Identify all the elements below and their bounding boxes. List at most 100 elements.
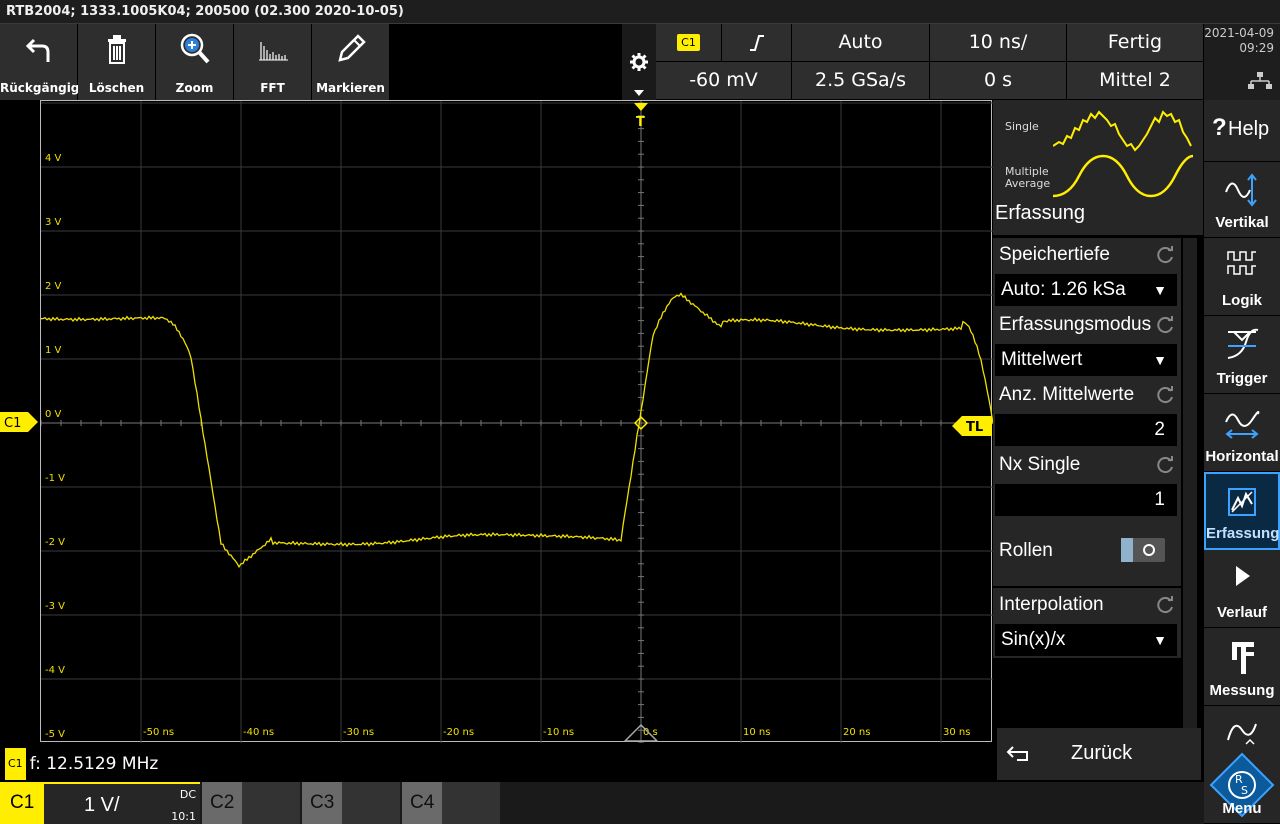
memory-depth-select[interactable]: Auto: 1.26 kSa ▼ — [995, 274, 1177, 306]
roll-toggle[interactable] — [1121, 538, 1165, 562]
measure-label: Messung — [1209, 682, 1275, 699]
acquisition-icon — [1228, 488, 1256, 516]
channel-c3-tab[interactable]: C3 — [302, 782, 342, 824]
channel-c4-tab[interactable]: C4 — [402, 782, 442, 824]
interpolation-value: Sin(x)/x — [1001, 629, 1066, 650]
channel-c4-settings[interactable] — [442, 782, 500, 824]
side-measure-button[interactable]: Messung — [1204, 628, 1280, 706]
chevron-down-icon: ▼ — [1153, 632, 1167, 648]
waveform-display[interactable]: 4 V 3 V 2 V 1 V 0 V -1 V -2 V -3 V -4 V -5 V -50 n… — [40, 100, 993, 743]
undo-button[interactable]: Rückgängig — [0, 24, 79, 100]
trigger-icon — [1227, 328, 1259, 359]
settings-gear-button[interactable] — [622, 24, 656, 100]
side-horizontal-button[interactable]: Horizontal — [1204, 394, 1280, 472]
reset-icon[interactable] — [1157, 316, 1175, 334]
mark-button[interactable]: Markieren — [312, 24, 390, 100]
reset-icon[interactable] — [1157, 386, 1175, 404]
tl-marker-label: TL — [966, 420, 983, 435]
memory-depth-panel: Speichertiefe Auto: 1.26 kSa ▼ — [993, 238, 1181, 308]
acq-mode-value: Mittelwert — [1001, 349, 1083, 370]
roll-panel: Rollen — [993, 518, 1181, 586]
gear-icon — [630, 53, 648, 71]
trigger-slope-cell[interactable] — [722, 24, 792, 62]
chevron-down-icon: ▼ — [1153, 282, 1167, 298]
erfassung-title: Erfassung — [995, 202, 1086, 224]
c2-name: C2 — [210, 792, 235, 813]
trigger-source-cell[interactable]: C1 — [656, 24, 722, 62]
memory-depth-header: Speichertiefe — [999, 244, 1110, 265]
channel-c1-settings[interactable]: 1 V/ DC 10:1 — [44, 782, 200, 824]
reset-icon[interactable] — [1157, 246, 1175, 264]
trigger-mode-cell[interactable]: Auto — [792, 24, 930, 62]
side-logic-button[interactable]: Logik — [1204, 238, 1280, 316]
waveform-trace-c1 — [41, 292, 993, 569]
side-history-button[interactable]: Verlauf — [1204, 550, 1280, 628]
fft-button[interactable]: FFT — [234, 24, 312, 100]
sine-small-icon — [1227, 723, 1257, 745]
help-icon: ? — [1212, 114, 1227, 141]
avg-count-header: Anz. Mittelwerte — [999, 384, 1135, 405]
x-axis-label: 30 ns — [943, 727, 970, 738]
avg-count-input[interactable]: 2 — [995, 414, 1177, 446]
acq-mode-select[interactable]: Mittelwert ▼ — [995, 344, 1177, 376]
x-axis-label: -30 ns — [343, 727, 374, 738]
reset-icon[interactable] — [1157, 596, 1175, 614]
rising-edge-icon — [749, 35, 764, 51]
side-help-button[interactable]: ? Help — [1204, 100, 1280, 162]
delete-button[interactable]: Löschen — [78, 24, 156, 100]
channel-c2-tab[interactable]: C2 — [202, 782, 242, 824]
logic-icon — [1227, 251, 1256, 275]
date-text: 2021-04-09 — [1204, 26, 1274, 40]
channel-c3-settings[interactable] — [342, 782, 400, 824]
acquisition-label: Erfassung — [1206, 525, 1280, 542]
settings-scrollbar[interactable] — [1183, 238, 1197, 728]
sample-rate-cell[interactable]: 2.5 GSa/s — [792, 62, 930, 100]
trash-icon — [107, 35, 126, 64]
datetime: 2021-04-09 09:29 — [1204, 24, 1280, 100]
roll-toggle-knob — [1121, 538, 1133, 562]
interpolation-header: Interpolation — [999, 594, 1104, 615]
zoom-button[interactable]: Zoom — [156, 24, 234, 100]
x-axis-label: -10 ns — [543, 727, 574, 738]
average-sine-icon — [1053, 154, 1193, 198]
fft-icon — [258, 42, 288, 61]
vertical-icon — [1225, 173, 1257, 207]
y-axis-label: -1 V — [45, 473, 65, 484]
side-menu-button[interactable]: RS Menu — [1204, 706, 1280, 824]
measurement-channel-tag: C1 — [5, 748, 26, 780]
side-vertical-button[interactable]: Vertikal — [1204, 162, 1280, 238]
channel-c2-settings[interactable] — [242, 782, 300, 824]
acq-mode-cell[interactable]: Mittel 2 — [1067, 62, 1204, 100]
zoom-icon — [180, 33, 209, 64]
reset-icon[interactable] — [1157, 456, 1175, 474]
network-icon — [1248, 72, 1272, 89]
y-axis-label: -2 V — [45, 537, 65, 548]
x-axis-label: -20 ns — [443, 727, 474, 738]
svg-text:S: S — [1241, 784, 1248, 797]
c1-scale: 1 V/ — [84, 794, 120, 816]
x-axis-label: 20 ns — [843, 727, 870, 738]
nx-single-panel: Nx Single 1 — [993, 448, 1181, 518]
timebase-cell[interactable]: 10 ns/ — [930, 24, 1067, 62]
back-button[interactable]: Zurück — [997, 728, 1201, 780]
x-axis-label: 10 ns — [743, 727, 770, 738]
c4-name: C4 — [410, 792, 435, 813]
x-axis-label: -40 ns — [243, 727, 274, 738]
trigger-level-marker[interactable]: TL — [952, 416, 992, 436]
c1-offset-marker[interactable]: C1 — [0, 412, 38, 432]
trigger-label: Trigger — [1216, 370, 1268, 387]
side-acquisition-button[interactable]: Erfassung — [1204, 472, 1280, 550]
interpolation-select[interactable]: Sin(x)/x ▼ — [995, 624, 1177, 656]
side-trigger-button[interactable]: Trigger — [1204, 316, 1280, 394]
trigger-level-cell[interactable]: -60 mV — [656, 62, 792, 100]
c1-probe: 10:1 — [171, 810, 196, 823]
chevron-down-icon: ▼ — [1153, 352, 1167, 368]
y-axis-label: -3 V — [45, 601, 65, 612]
nx-single-input[interactable]: 1 — [995, 484, 1177, 516]
acq-status-cell[interactable]: Fertig — [1067, 24, 1204, 62]
frequency-measurement: C1 f: 12.5129 MHz — [0, 748, 992, 780]
horizontal-label: Horizontal — [1205, 448, 1279, 465]
channel-c1-tab[interactable]: C1 — [0, 782, 44, 824]
acquisition-preview: Single Multiple Average Erfassung — [993, 100, 1203, 236]
horizontal-position-cell[interactable]: 0 s — [930, 62, 1067, 100]
